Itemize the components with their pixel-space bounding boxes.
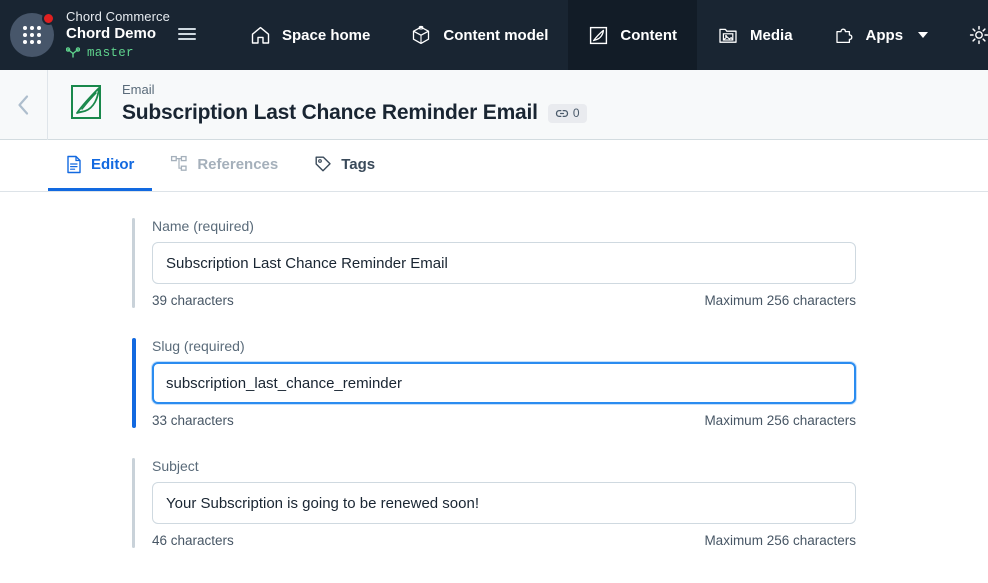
content-type-label: Email xyxy=(122,82,155,98)
grid-dots-icon xyxy=(23,26,41,44)
chevron-left-icon xyxy=(18,94,29,115)
field-name: Name (required) 39 characters Maximum 25… xyxy=(132,218,856,308)
entry-header: Email Subscription Last Chance Reminder … xyxy=(0,69,988,140)
slug-input[interactable] xyxy=(152,362,856,404)
app-switcher-button[interactable] xyxy=(10,12,55,57)
link-chain-icon xyxy=(555,109,568,118)
branch-name: master xyxy=(87,45,134,60)
back-button[interactable] xyxy=(0,69,48,140)
tab-label: Editor xyxy=(91,155,135,173)
nav-item-apps[interactable]: Apps xyxy=(813,0,949,70)
char-count: 33 characters xyxy=(152,413,234,428)
entry-tabs: Editor References Tags xyxy=(0,140,988,192)
branch-row[interactable]: master xyxy=(66,46,196,61)
nav-label: Space home xyxy=(282,26,371,44)
space-name[interactable]: Chord Demo xyxy=(66,25,156,43)
entry-editor-form: Name (required) 39 characters Maximum 25… xyxy=(0,192,988,583)
branch-icon xyxy=(66,46,80,58)
entry-meta: Email Subscription Last Chance Reminder … xyxy=(122,83,587,125)
field-label: Subject xyxy=(152,458,199,474)
name-input[interactable] xyxy=(152,242,856,284)
field-subject: Subject 46 characters Maximum 256 charac… xyxy=(132,458,856,548)
references-icon xyxy=(171,155,187,171)
top-navigation-bar: Chord Commerce Chord Demo master Space h… xyxy=(0,0,988,70)
entry-title-row: Subscription Last Chance Reminder Email … xyxy=(122,101,587,125)
nav-item-space-home[interactable]: Space home xyxy=(230,0,390,70)
content-type-icon-wrap xyxy=(68,82,106,127)
chevron-down-icon[interactable] xyxy=(918,32,929,38)
quill-square-icon xyxy=(590,26,608,44)
max-chars: Maximum 256 characters xyxy=(704,413,856,428)
nav-label: Content xyxy=(620,26,678,44)
tab-references[interactable]: References xyxy=(152,140,296,191)
char-count: 39 characters xyxy=(152,293,234,308)
home-icon xyxy=(251,26,270,44)
field-footer: 39 characters Maximum 256 characters xyxy=(152,293,856,308)
nav-items: Space home Content model Content Media A… xyxy=(230,0,988,70)
brand-text: Chord Commerce Chord Demo master xyxy=(66,9,196,60)
tab-tags[interactable]: Tags xyxy=(296,140,393,191)
tab-label: References xyxy=(197,155,279,173)
links-count: 0 xyxy=(572,105,580,120)
field-footer: 33 characters Maximum 256 characters xyxy=(152,413,856,428)
content-model-icon xyxy=(413,25,430,44)
char-count: 46 characters xyxy=(152,533,234,548)
tab-label: Tags xyxy=(341,155,376,173)
media-image-icon xyxy=(719,28,737,43)
nav-item-content[interactable]: Content xyxy=(568,0,698,70)
quill-square-green-icon xyxy=(71,85,101,119)
field-label: Slug (required) xyxy=(152,338,245,354)
document-icon xyxy=(67,155,81,173)
tab-editor[interactable]: Editor xyxy=(48,140,153,191)
subject-input[interactable] xyxy=(152,482,856,524)
nav-label: Apps xyxy=(865,26,904,44)
notification-badge xyxy=(42,12,55,25)
links-badge[interactable]: 0 xyxy=(547,103,587,124)
gear-icon xyxy=(969,25,988,45)
organization-name: Chord Commerce xyxy=(66,9,170,25)
hamburger-icon[interactable] xyxy=(178,25,196,43)
nav-item-settings[interactable]: Settings xyxy=(948,0,988,70)
field-slug: Slug (required) 33 characters Maximum 25… xyxy=(132,338,856,428)
brand-zone: Chord Commerce Chord Demo master xyxy=(0,0,230,70)
page-title: Subscription Last Chance Reminder Email xyxy=(122,101,538,125)
nav-item-media[interactable]: Media xyxy=(697,0,813,70)
max-chars: Maximum 256 characters xyxy=(704,533,856,548)
nav-label: Content model xyxy=(443,26,549,44)
nav-label: Media xyxy=(750,26,793,44)
field-footer: 46 characters Maximum 256 characters xyxy=(152,533,856,548)
space-row: Chord Demo xyxy=(66,25,196,43)
max-chars: Maximum 256 characters xyxy=(704,293,856,308)
nav-item-content-model[interactable]: Content model xyxy=(390,0,568,70)
tag-icon xyxy=(315,156,331,172)
field-label: Name (required) xyxy=(152,218,254,234)
puzzle-icon xyxy=(835,28,852,43)
